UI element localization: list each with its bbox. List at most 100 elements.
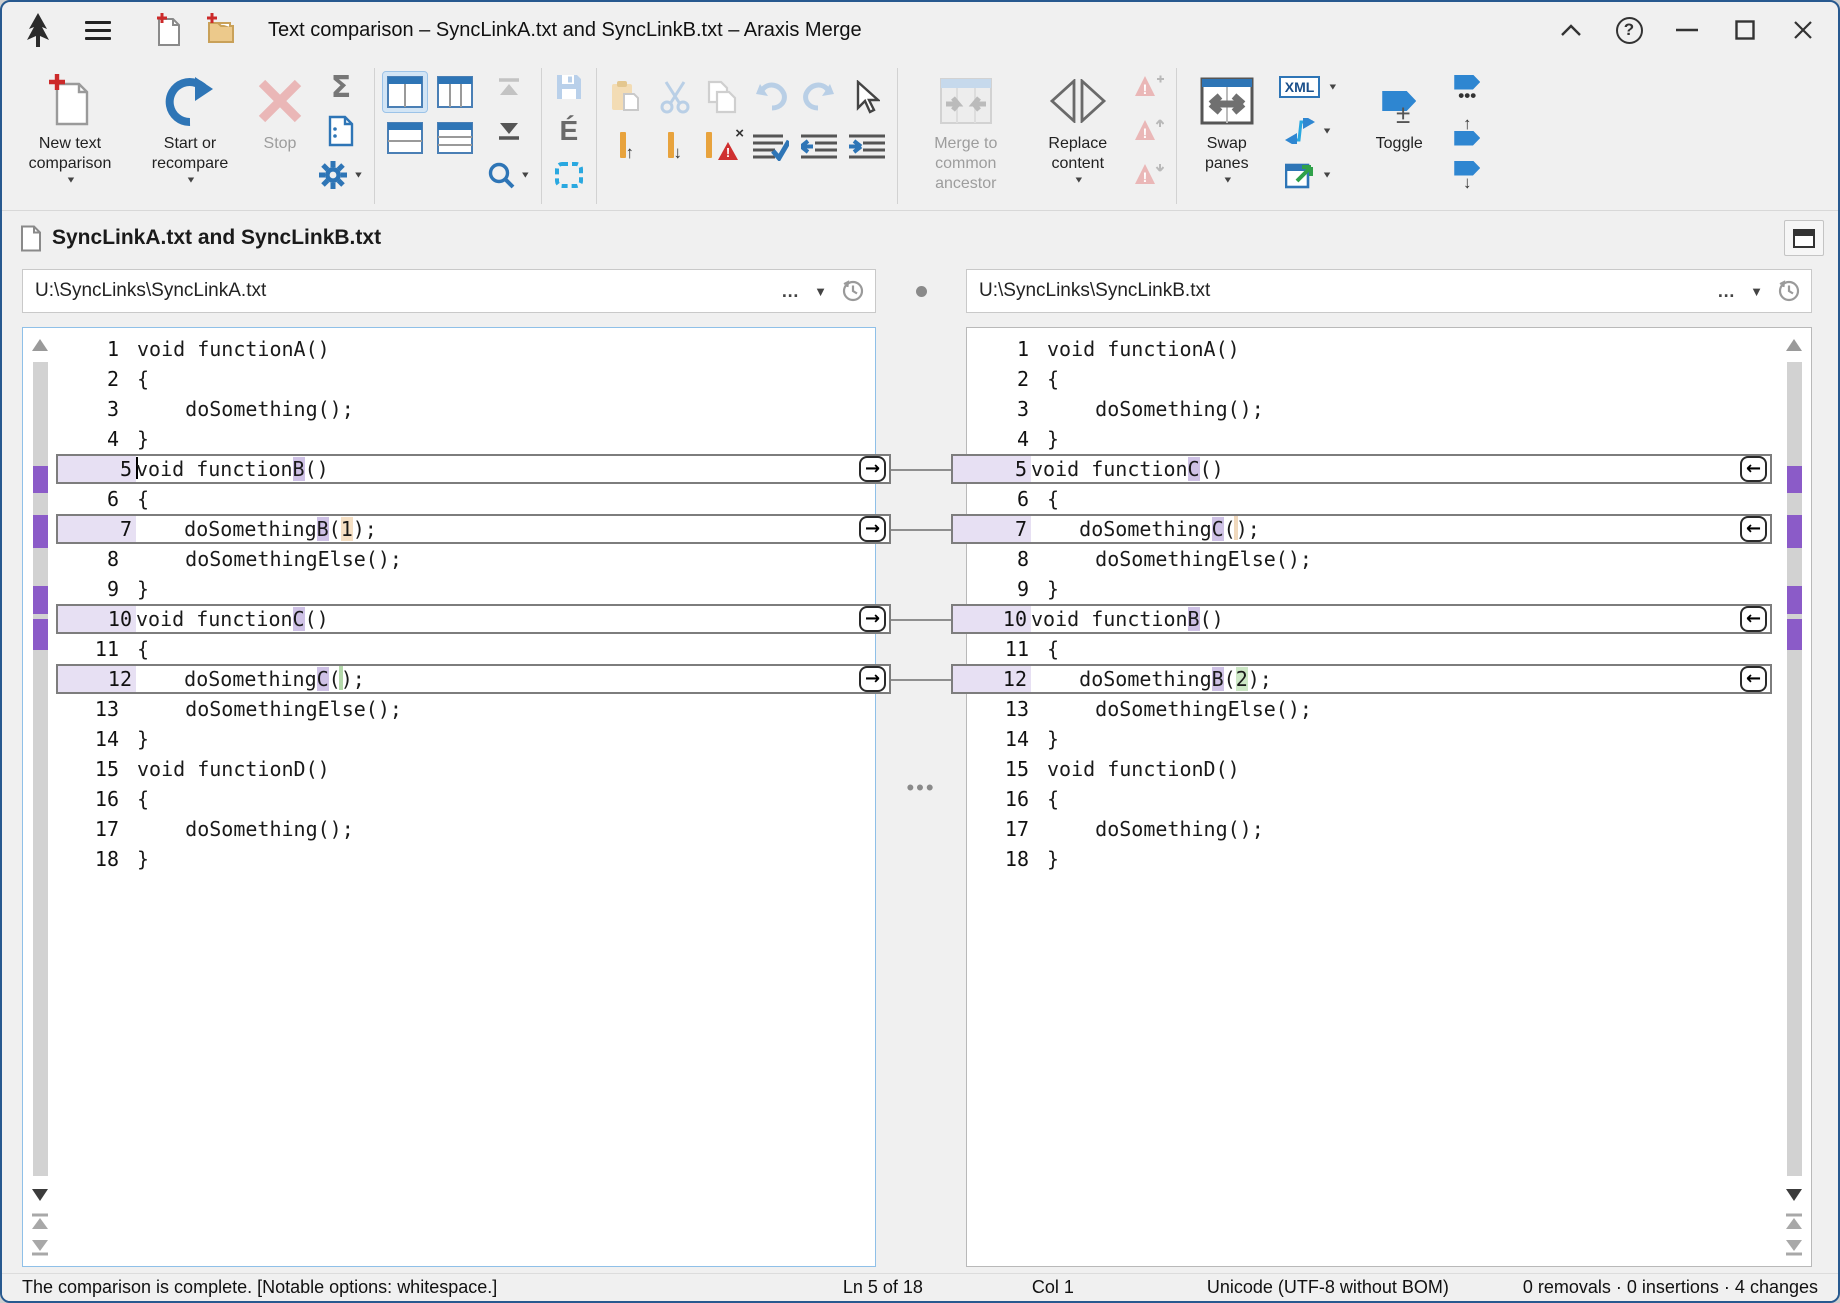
code-line[interactable]: 15void functionD() xyxy=(57,754,875,784)
last-change-button[interactable] xyxy=(492,114,526,148)
changed-code-line[interactable]: 10void functionC()→ xyxy=(56,604,891,634)
minimize-button[interactable] xyxy=(1658,8,1716,52)
replace-content-button[interactable]: Replace content ▼ xyxy=(1030,62,1126,210)
previous-bookmark-button[interactable]: ↑ xyxy=(1450,114,1484,148)
path-dropdown-icon[interactable]: ▼ xyxy=(814,284,827,299)
first-change-nav-button[interactable] xyxy=(31,1212,49,1230)
code-line[interactable]: 6{ xyxy=(967,484,1777,514)
merge-right-button[interactable]: → xyxy=(859,516,886,542)
code-line[interactable]: 8 doSomethingElse(); xyxy=(57,544,875,574)
report-button[interactable] xyxy=(324,114,358,148)
channel-ellipsis-icon[interactable]: ••• xyxy=(906,775,935,801)
next-bookmark-button[interactable]: ↓ xyxy=(1450,158,1484,192)
change-overview-mark[interactable] xyxy=(33,515,48,548)
code-line[interactable]: 13 doSomethingElse(); xyxy=(57,694,875,724)
changed-code-line[interactable]: 5void functionC()← xyxy=(951,454,1772,484)
code-line[interactable]: 16{ xyxy=(967,784,1777,814)
collapse-ribbon-button[interactable] xyxy=(1542,8,1600,52)
merge-right-button[interactable]: → xyxy=(859,666,886,692)
left-change-overview[interactable] xyxy=(33,362,48,1176)
code-line[interactable]: 2{ xyxy=(57,364,875,394)
scroll-up-button[interactable] xyxy=(1785,336,1803,354)
code-line[interactable]: 2{ xyxy=(967,364,1777,394)
accept-changes-button[interactable] xyxy=(753,133,789,161)
change-overview-mark[interactable] xyxy=(1787,586,1802,614)
code-line[interactable]: 1void functionA() xyxy=(57,334,875,364)
layout-two-horizontal-button[interactable] xyxy=(383,118,427,158)
code-line[interactable]: 6{ xyxy=(57,484,875,514)
code-line[interactable]: 4} xyxy=(57,424,875,454)
remove-change-button[interactable]: ! × xyxy=(706,132,740,163)
changed-code-line[interactable]: 12 doSomethingC();→ xyxy=(56,664,891,694)
left-code-editor[interactable]: 1void functionA()2{3 doSomething();4}5vo… xyxy=(57,328,875,1266)
first-change-nav-button[interactable] xyxy=(1785,1212,1803,1230)
code-line[interactable]: 3 doSomething(); xyxy=(967,394,1777,424)
open-external-button[interactable]: ▼ xyxy=(1285,158,1333,192)
layout-two-vertical-button[interactable] xyxy=(383,72,427,112)
code-line[interactable]: 9} xyxy=(57,574,875,604)
left-file-path-bar[interactable]: U:\SyncLinks\SyncLinkA.txt … ▼ xyxy=(22,269,876,313)
next-change-button[interactable]: ↓ xyxy=(668,132,683,163)
browse-ellipsis-icon[interactable]: … xyxy=(1717,281,1736,302)
compare-lines-button[interactable]: ▼ xyxy=(1285,114,1333,148)
history-clock-icon[interactable] xyxy=(1777,279,1801,303)
scroll-down-button[interactable] xyxy=(31,1186,49,1204)
code-line[interactable]: 15void functionD() xyxy=(967,754,1777,784)
changed-code-line[interactable]: 10void functionB()← xyxy=(951,604,1772,634)
code-line[interactable]: 11{ xyxy=(57,634,875,664)
code-line[interactable]: 3 doSomething(); xyxy=(57,394,875,424)
change-overview-mark[interactable] xyxy=(1787,619,1802,650)
code-line[interactable]: 18} xyxy=(57,844,875,874)
help-button[interactable]: ? xyxy=(1600,8,1658,52)
maximize-button[interactable] xyxy=(1716,8,1774,52)
comparison-options-button[interactable]: ▼ xyxy=(318,158,364,192)
start-or-recompare-button[interactable]: Start or recompare ▼ xyxy=(132,62,248,210)
bookmark-options-button[interactable]: ••• xyxy=(1450,70,1484,104)
menu-button[interactable] xyxy=(76,8,120,52)
change-overview-mark[interactable] xyxy=(33,619,48,650)
code-line[interactable]: 17 doSomething(); xyxy=(57,814,875,844)
right-code-editor[interactable]: 1void functionA()2{3 doSomething();4}5vo… xyxy=(967,328,1777,1266)
new-folder-comparison-button[interactable] xyxy=(198,8,242,52)
history-clock-icon[interactable] xyxy=(841,279,865,303)
code-line[interactable]: 11{ xyxy=(967,634,1777,664)
code-line[interactable]: 17 doSomething(); xyxy=(967,814,1777,844)
new-comparison-button[interactable] xyxy=(146,8,190,52)
browse-ellipsis-icon[interactable]: … xyxy=(781,281,800,302)
code-line[interactable]: 1void functionA() xyxy=(967,334,1777,364)
last-change-nav-button[interactable] xyxy=(1785,1238,1803,1256)
changed-code-line[interactable]: 12 doSomethingB(2);← xyxy=(951,664,1772,694)
new-text-comparison-button[interactable]: New text comparison ▼ xyxy=(8,62,132,210)
indent-button[interactable] xyxy=(849,133,885,161)
scroll-down-button[interactable] xyxy=(1785,1186,1803,1204)
code-line[interactable]: 14} xyxy=(57,724,875,754)
change-overview-mark[interactable] xyxy=(33,586,48,614)
right-change-overview[interactable] xyxy=(1787,362,1802,1176)
layout-three-vertical-button[interactable] xyxy=(433,72,477,112)
code-line[interactable]: 14} xyxy=(967,724,1777,754)
last-change-nav-button[interactable] xyxy=(31,1238,49,1256)
merge-left-button[interactable]: ← xyxy=(1740,456,1767,482)
merge-left-button[interactable]: ← xyxy=(1740,606,1767,632)
maximize-pane-button[interactable] xyxy=(1784,220,1824,256)
merge-left-button[interactable]: ← xyxy=(1740,666,1767,692)
code-line[interactable]: 13 doSomethingElse(); xyxy=(967,694,1777,724)
merge-left-button[interactable]: ← xyxy=(1740,516,1767,542)
change-overview-mark[interactable] xyxy=(1787,515,1802,548)
right-file-path-bar[interactable]: U:\SyncLinks\SyncLinkB.txt … ▼ xyxy=(966,269,1812,313)
xml-format-button[interactable]: XML ▼ xyxy=(1279,70,1338,104)
change-overview-mark[interactable] xyxy=(33,466,48,493)
selection-mode-button[interactable] xyxy=(552,158,586,192)
unindent-button[interactable] xyxy=(801,133,837,161)
layout-three-horizontal-button[interactable] xyxy=(433,118,477,158)
path-dropdown-icon[interactable]: ▼ xyxy=(1750,284,1763,299)
statistics-button[interactable]: Σ xyxy=(324,70,358,104)
changed-code-line[interactable]: 7 doSomethingC();← xyxy=(951,514,1772,544)
merge-right-button[interactable]: → xyxy=(859,606,886,632)
comparison-tab-title[interactable]: SyncLinkA.txt and SyncLinkB.txt xyxy=(52,226,381,250)
swap-panes-button[interactable]: Swap panes ▼ xyxy=(1181,62,1273,210)
code-line[interactable]: 16{ xyxy=(57,784,875,814)
change-overview-mark[interactable] xyxy=(1787,466,1802,493)
pointer-mode-button[interactable] xyxy=(854,80,880,114)
changed-code-line[interactable]: 7 doSomethingB(1);→ xyxy=(56,514,891,544)
